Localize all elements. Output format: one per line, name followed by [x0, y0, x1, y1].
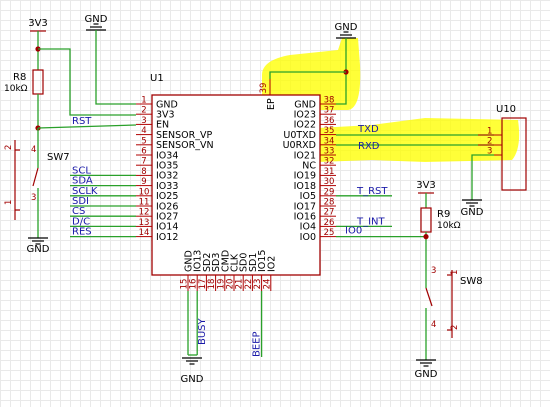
u1-pin-number: 2 — [141, 106, 146, 116]
sw8-pin-number: 1 — [450, 270, 460, 275]
gnd-label: GND — [461, 207, 484, 218]
schematic: U11 GND2 3V33 EN4 SENSOR_VP5 SENSOR_VN6 IO347 I… — [4, 14, 527, 385]
u1-pin-number: 9 — [141, 177, 146, 187]
vcc-label-r9: 3V3 — [416, 180, 436, 191]
gnd-label: GND — [415, 369, 438, 380]
u1-pin-number: 30 — [324, 177, 335, 187]
u1-pin-number: 28 — [324, 198, 335, 208]
r8-value-label: 10kΩ — [4, 84, 28, 94]
u1-pin-number: 14 — [139, 228, 150, 238]
u1-pin-number: 3 — [141, 116, 146, 126]
gnd-label: GND — [27, 244, 50, 255]
ground-symbol-sw8 — [416, 359, 436, 367]
sw8-lever — [425, 287, 433, 307]
u1-pin-number: 36 — [324, 116, 335, 126]
u1-pin-number: 25 — [324, 228, 335, 238]
u1-pin-number: 35 — [324, 126, 335, 136]
u1-pin-number: 11 — [139, 198, 150, 208]
net-label-busy: BUSY — [197, 317, 208, 345]
u1-pin-number: 27 — [324, 208, 335, 218]
sw8-pin-number: 2 — [450, 325, 460, 330]
u10-pin-number: 1 — [487, 127, 492, 137]
sw7-pin-number: 1 — [4, 200, 14, 205]
u10-ref-label: U10 — [496, 104, 516, 115]
u1-pin-name: IO2 — [266, 256, 277, 272]
junction-dot — [423, 234, 429, 240]
net-label-beep: BEEP — [252, 331, 263, 357]
u1-pin-number: 1 — [141, 96, 146, 106]
u1-pin-number: 33 — [324, 147, 335, 157]
u1-pin-number: 12 — [139, 208, 150, 218]
u1-pin-number: 32 — [324, 157, 335, 167]
u1-pin-name: IO0 — [300, 232, 316, 243]
u1-pin-name: EP — [266, 98, 277, 110]
r8-body — [32, 69, 44, 95]
sw7-ref-label: SW7 — [47, 152, 70, 163]
wire-u10-gnd — [471, 154, 494, 200]
u1-pin-number: 31 — [324, 167, 335, 177]
net-label-rst: RST — [72, 116, 92, 127]
r9-value-label: 10kΩ — [437, 221, 461, 231]
u1-pin-number: 37 — [324, 106, 335, 116]
schematic-canvas: U1 1 GND 2 3V3 3 EN 4 SENSOR_VP 5 SENSOR_VN 6 IO34 7 I… — [0, 0, 550, 407]
sw7-pin-number: 3 — [31, 193, 36, 203]
net-label-txd: TXD — [357, 124, 379, 135]
u1-pin-number: 6 — [141, 147, 146, 157]
vcc-label-r8: 3V3 — [28, 18, 48, 29]
gnd-label: GND — [85, 14, 108, 25]
r9-ref-label: R9 — [437, 209, 450, 220]
u1-pin-number: 26 — [324, 218, 335, 228]
u1-pin-number: 8 — [141, 167, 146, 177]
sw8-ref-label: SW8 — [460, 276, 483, 287]
u1-pin-number: 5 — [141, 136, 146, 146]
u1-pin-name: IO12 — [156, 232, 178, 243]
u1-pin-number: 24 — [262, 279, 272, 290]
u1-ref-label: U1 — [150, 73, 164, 84]
wire-gnd-pin1 — [95, 30, 136, 105]
gnd-label: GND — [335, 22, 358, 33]
u10-pin-number: 2 — [487, 137, 492, 147]
gnd-label: GND — [181, 374, 204, 385]
ground-symbol-u10 — [462, 199, 482, 207]
sw8-pin-number: 4 — [431, 320, 436, 330]
sw8-pin-number: 3 — [431, 266, 436, 276]
u1-pin-number: 7 — [141, 157, 146, 167]
u1-pin-number: 39 — [259, 83, 269, 94]
net-label-rxd: RXD — [358, 141, 380, 152]
net-label-left: RES — [72, 227, 92, 238]
u1-pin-number: 29 — [324, 187, 335, 197]
u1-pin-number: 4 — [141, 126, 146, 136]
sw7-pin-number: 4 — [31, 145, 36, 155]
net-label-t-rst: T_RST — [356, 186, 388, 197]
net-label-io0: IO0 — [345, 226, 362, 237]
r9-body — [420, 207, 432, 233]
u1-pin-number: 13 — [139, 218, 150, 228]
u1-pin-number: 10 — [139, 187, 150, 197]
wire-3v3-pin2 — [38, 48, 136, 116]
ground-symbol-busy — [182, 357, 202, 365]
u1-pin-number: 38 — [324, 96, 335, 106]
u1-pin-number: 34 — [324, 136, 335, 146]
r8-ref-label: R8 — [13, 72, 26, 83]
sw7-pin-number: 2 — [4, 145, 14, 150]
sw7-lever — [32, 167, 39, 187]
